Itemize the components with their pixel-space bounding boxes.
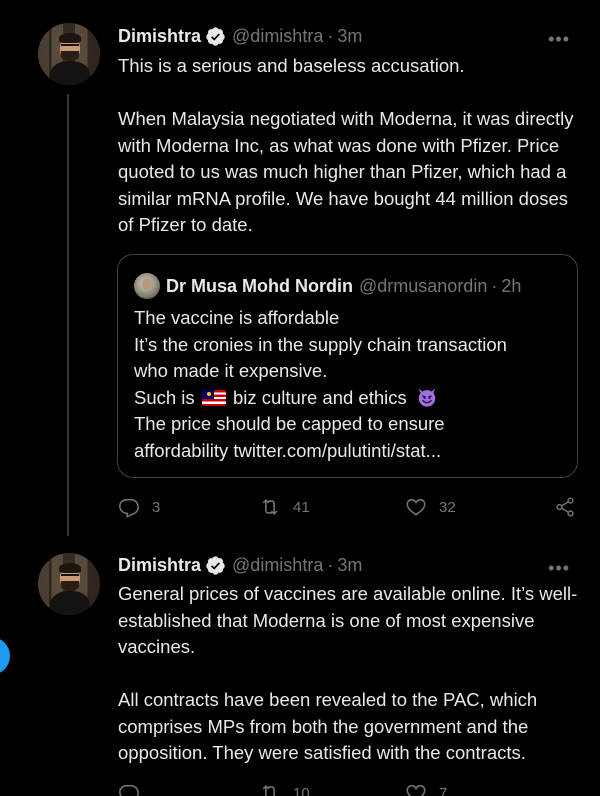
quoted-text-line: Such is biz culture and ethics <box>134 385 564 412</box>
quoted-text-fragment: Such is <box>134 386 195 408</box>
retweet-button[interactable]: 10 <box>259 782 310 796</box>
separator-dot: · <box>327 555 334 575</box>
tweet-actions: 10 7 <box>118 782 578 796</box>
reply-button[interactable] <box>118 782 140 796</box>
tweet-text: General prices of vaccines are available… <box>118 583 578 763</box>
malaysia-flag-icon <box>201 389 226 406</box>
thread-connector-line <box>67 94 69 536</box>
quoted-text-fragment: biz culture and ethics <box>232 386 407 408</box>
separator-dot: · <box>327 26 334 46</box>
retweet-icon <box>262 499 278 515</box>
like-button[interactable]: 32 <box>405 496 456 518</box>
quoted-text-line: affordability twitter.com/pulutinti/stat… <box>134 439 442 461</box>
reply-count: 3 <box>152 498 161 516</box>
author-name[interactable]: Dimishtra <box>118 26 201 47</box>
timestamp[interactable]: 3m <box>337 555 362 576</box>
author-handle[interactable]: @dimishtra <box>232 555 323 576</box>
tweet-text: This is a serious and baseless accusatio… <box>118 55 574 235</box>
reply-icon <box>119 498 139 518</box>
like-count: 7 <box>439 784 448 796</box>
tweet-header: Dimishtra @dimishtra · 3m <box>118 26 362 47</box>
heart-icon <box>406 784 426 796</box>
timestamp[interactable]: 3m <box>337 26 362 47</box>
tweet-header: Dimishtra @dimishtra · 3m <box>118 555 362 576</box>
share-icon <box>556 497 574 517</box>
compose-button[interactable] <box>0 637 10 675</box>
quoted-author-name: Dr Musa Mohd Nordin <box>166 275 353 296</box>
tweet-actions: 3 41 32 <box>118 496 578 522</box>
author-handle[interactable]: @dimishtra <box>232 26 323 47</box>
more-options-icon[interactable]: ••• <box>548 559 570 577</box>
retweet-button[interactable]: 41 <box>259 496 310 518</box>
reply-icon <box>119 784 139 796</box>
retweet-icon <box>262 785 275 796</box>
more-options-icon[interactable]: ••• <box>548 30 570 48</box>
like-button[interactable]: 7 <box>405 782 447 796</box>
retweet-count: 10 <box>293 784 310 796</box>
quoted-text-line: who made it expensive. <box>134 360 328 381</box>
quoted-text-line: The price should be capped to ensure <box>134 413 445 434</box>
share-button[interactable] <box>554 496 576 518</box>
verified-badge-icon <box>205 26 226 47</box>
heart-icon <box>406 498 426 516</box>
avatar[interactable] <box>38 23 100 85</box>
author-name[interactable]: Dimishtra <box>118 555 201 576</box>
avatar[interactable] <box>38 553 100 615</box>
smiling-devil-icon <box>416 386 438 408</box>
retweet-count: 41 <box>293 498 310 516</box>
separator-dot: · <box>491 275 498 296</box>
quoted-text-line: It’s the cronies in the supply chain tra… <box>134 333 507 355</box>
quoted-timestamp: 2h <box>501 275 522 296</box>
quoted-text-line: The vaccine is affordable <box>134 307 340 328</box>
reply-button[interactable]: 3 <box>118 496 160 518</box>
verified-badge-icon <box>205 555 226 576</box>
quoted-tweet-text: The vaccine is affordable It’s the croni… <box>134 305 564 464</box>
quoted-tweet[interactable]: Dr Musa Mohd Nordin @drmusanordin · 2h T… <box>117 254 578 478</box>
like-count: 32 <box>439 498 456 516</box>
quoted-tweet-header: Dr Musa Mohd Nordin @drmusanordin · 2h <box>134 273 521 299</box>
quoted-author-handle: @drmusanordin <box>359 275 488 296</box>
quoted-avatar <box>134 273 160 299</box>
